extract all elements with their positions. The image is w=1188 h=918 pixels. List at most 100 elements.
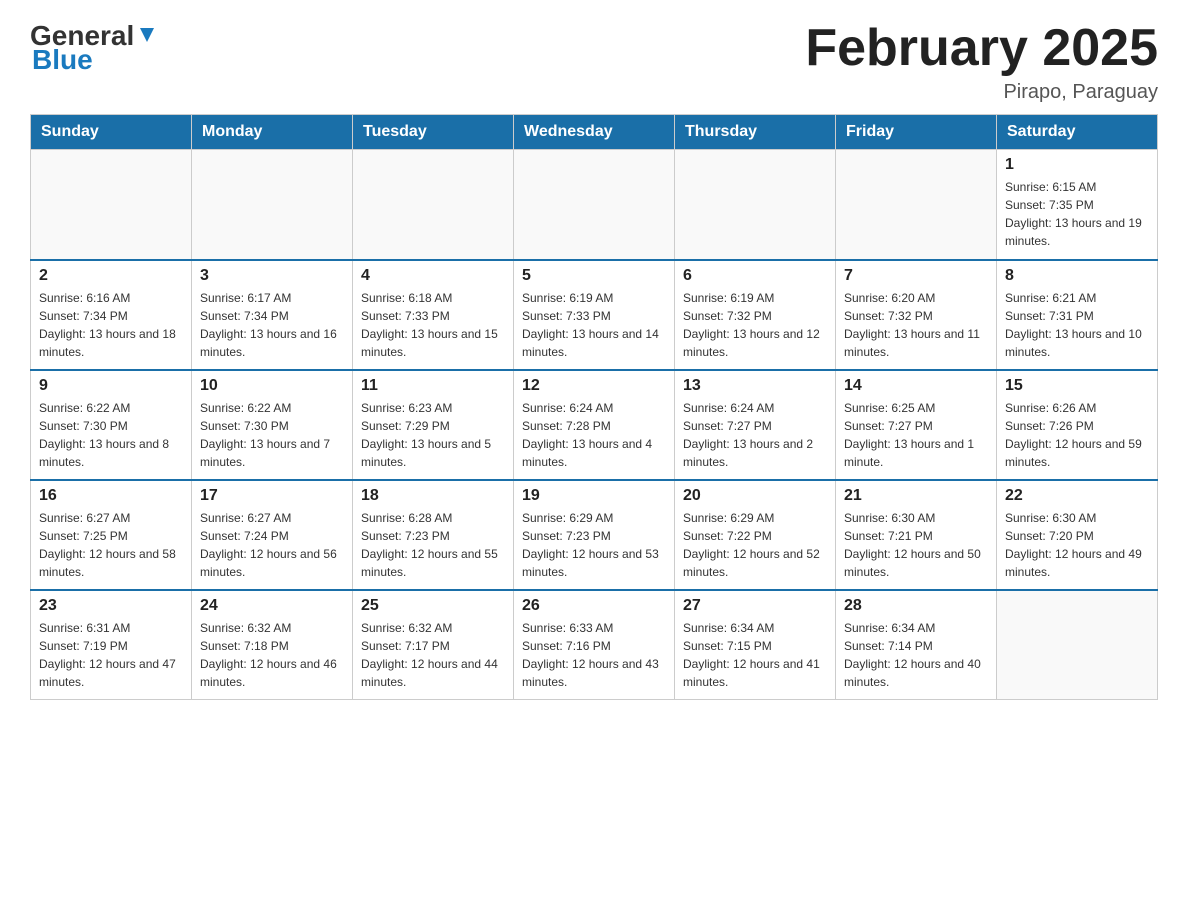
day-info: Sunrise: 6:19 AMSunset: 7:32 PMDaylight:… (683, 289, 827, 361)
location: Pirapo, Paraguay (805, 81, 1158, 104)
calendar-cell: 23 Sunrise: 6:31 AMSunset: 7:19 PMDayligh… (31, 590, 192, 700)
calendar-cell: 17 Sunrise: 6:27 AMSunset: 7:24 PMDayligh… (192, 480, 353, 590)
day-info: Sunrise: 6:29 AMSunset: 7:23 PMDaylight:… (522, 509, 666, 581)
calendar-cell: 21Sunrise: 6:30 AMSunset: 7:21 PMDayligh… (836, 480, 997, 590)
day-number: 25 (361, 597, 505, 615)
calendar-cell (31, 150, 192, 260)
day-info: Sunrise: 6:30 AMSunset: 7:20 PMDaylight:… (1005, 509, 1149, 581)
day-number: 7 (844, 267, 988, 285)
calendar-week-row: 1 Sunrise: 6:15 AMSunset: 7:35 PMDaylight… (31, 150, 1158, 260)
day-info: Sunrise: 6:15 AMSunset: 7:35 PMDaylight:… (1005, 178, 1149, 250)
calendar-cell: 11 Sunrise: 6:23 AMSunset: 7:29 PMDayligh… (353, 370, 514, 480)
calendar-cell: 16 Sunrise: 6:27 AMSunset: 7:25 PMDayligh… (31, 480, 192, 590)
day-info: Sunrise: 6:32 AMSunset: 7:18 PMDaylight:… (200, 619, 344, 691)
calendar-cell: 19 Sunrise: 6:29 AMSunset: 7:23 PMDayligh… (514, 480, 675, 590)
calendar-cell (514, 150, 675, 260)
day-number: 28 (844, 597, 988, 615)
day-number: 17 (200, 487, 344, 505)
calendar-cell: 10Sunrise: 6:22 AMSunset: 7:30 PMDayligh… (192, 370, 353, 480)
calendar-cell: 4 Sunrise: 6:18 AMSunset: 7:33 PMDaylight… (353, 260, 514, 370)
calendar-cell: 28 Sunrise: 6:34 AMSunset: 7:14 PMDayligh… (836, 590, 997, 700)
weekday-header-wednesday: Wednesday (514, 115, 675, 150)
day-info: Sunrise: 6:32 AMSunset: 7:17 PMDaylight:… (361, 619, 505, 691)
day-number: 23 (39, 597, 183, 615)
calendar-week-row: 23 Sunrise: 6:31 AMSunset: 7:19 PMDayligh… (31, 590, 1158, 700)
calendar-cell: 12 Sunrise: 6:24 AMSunset: 7:28 PMDayligh… (514, 370, 675, 480)
weekday-header-thursday: Thursday (675, 115, 836, 150)
day-info: Sunrise: 6:26 AMSunset: 7:26 PMDaylight:… (1005, 399, 1149, 471)
day-number: 20 (683, 487, 827, 505)
calendar-week-row: 9Sunrise: 6:22 AMSunset: 7:30 PMDaylight… (31, 370, 1158, 480)
day-number: 19 (522, 487, 666, 505)
calendar-cell: 25 Sunrise: 6:32 AMSunset: 7:17 PMDayligh… (353, 590, 514, 700)
calendar-cell: 27Sunrise: 6:34 AMSunset: 7:15 PMDayligh… (675, 590, 836, 700)
weekday-header-saturday: Saturday (997, 115, 1158, 150)
calendar-cell: 3 Sunrise: 6:17 AMSunset: 7:34 PMDaylight… (192, 260, 353, 370)
calendar-body: 1 Sunrise: 6:15 AMSunset: 7:35 PMDaylight… (31, 150, 1158, 700)
day-number: 1 (1005, 156, 1149, 174)
day-number: 6 (683, 267, 827, 285)
calendar-cell: 9Sunrise: 6:22 AMSunset: 7:30 PMDaylight… (31, 370, 192, 480)
day-info: Sunrise: 6:20 AMSunset: 7:32 PMDaylight:… (844, 289, 988, 361)
weekday-header-sunday: Sunday (31, 115, 192, 150)
day-number: 27 (683, 597, 827, 615)
calendar-cell: 7 Sunrise: 6:20 AMSunset: 7:32 PMDaylight… (836, 260, 997, 370)
day-number: 10 (200, 377, 344, 395)
logo: General Blue (30, 20, 158, 76)
day-info: Sunrise: 6:18 AMSunset: 7:33 PMDaylight:… (361, 289, 505, 361)
calendar-cell: 14 Sunrise: 6:25 AMSunset: 7:27 PMDayligh… (836, 370, 997, 480)
day-info: Sunrise: 6:24 AMSunset: 7:27 PMDaylight:… (683, 399, 827, 471)
day-info: Sunrise: 6:27 AMSunset: 7:25 PMDaylight:… (39, 509, 183, 581)
weekday-header-friday: Friday (836, 115, 997, 150)
page-header: General Blue February 2025 Pirapo, Parag… (30, 20, 1158, 104)
calendar-cell: 1 Sunrise: 6:15 AMSunset: 7:35 PMDaylight… (997, 150, 1158, 260)
day-number: 5 (522, 267, 666, 285)
day-info: Sunrise: 6:25 AMSunset: 7:27 PMDaylight:… (844, 399, 988, 471)
day-info: Sunrise: 6:31 AMSunset: 7:19 PMDaylight:… (39, 619, 183, 691)
calendar-table: SundayMondayTuesdayWednesdayThursdayFrid… (30, 114, 1158, 700)
day-info: Sunrise: 6:17 AMSunset: 7:34 PMDaylight:… (200, 289, 344, 361)
day-number: 16 (39, 487, 183, 505)
day-number: 8 (1005, 267, 1149, 285)
day-info: Sunrise: 6:33 AMSunset: 7:16 PMDaylight:… (522, 619, 666, 691)
day-number: 3 (200, 267, 344, 285)
day-info: Sunrise: 6:27 AMSunset: 7:24 PMDaylight:… (200, 509, 344, 581)
calendar-cell: 13Sunrise: 6:24 AMSunset: 7:27 PMDayligh… (675, 370, 836, 480)
calendar-cell: 18 Sunrise: 6:28 AMSunset: 7:23 PMDayligh… (353, 480, 514, 590)
weekday-header-monday: Monday (192, 115, 353, 150)
day-info: Sunrise: 6:16 AMSunset: 7:34 PMDaylight:… (39, 289, 183, 361)
day-number: 18 (361, 487, 505, 505)
day-number: 15 (1005, 377, 1149, 395)
calendar-week-row: 16 Sunrise: 6:27 AMSunset: 7:25 PMDayligh… (31, 480, 1158, 590)
day-info: Sunrise: 6:21 AMSunset: 7:31 PMDaylight:… (1005, 289, 1149, 361)
day-number: 2 (39, 267, 183, 285)
calendar-cell (997, 590, 1158, 700)
day-info: Sunrise: 6:24 AMSunset: 7:28 PMDaylight:… (522, 399, 666, 471)
day-number: 14 (844, 377, 988, 395)
day-info: Sunrise: 6:19 AMSunset: 7:33 PMDaylight:… (522, 289, 666, 361)
weekday-header-tuesday: Tuesday (353, 115, 514, 150)
calendar-cell: 6 Sunrise: 6:19 AMSunset: 7:32 PMDaylight… (675, 260, 836, 370)
day-number: 21 (844, 487, 988, 505)
day-info: Sunrise: 6:23 AMSunset: 7:29 PMDaylight:… (361, 399, 505, 471)
calendar-cell: 26 Sunrise: 6:33 AMSunset: 7:16 PMDayligh… (514, 590, 675, 700)
calendar-cell: 5 Sunrise: 6:19 AMSunset: 7:33 PMDaylight… (514, 260, 675, 370)
calendar-cell (675, 150, 836, 260)
day-info: Sunrise: 6:29 AMSunset: 7:22 PMDaylight:… (683, 509, 827, 581)
day-number: 24 (200, 597, 344, 615)
day-info: Sunrise: 6:22 AMSunset: 7:30 PMDaylight:… (39, 399, 183, 471)
day-number: 11 (361, 377, 505, 395)
title-block: February 2025 Pirapo, Paraguay (805, 20, 1158, 104)
day-info: Sunrise: 6:28 AMSunset: 7:23 PMDaylight:… (361, 509, 505, 581)
calendar-cell: 2 Sunrise: 6:16 AMSunset: 7:34 PMDaylight… (31, 260, 192, 370)
logo-triangle-icon (136, 24, 158, 46)
day-number: 26 (522, 597, 666, 615)
calendar-cell (353, 150, 514, 260)
day-number: 4 (361, 267, 505, 285)
logo-blue-text: Blue (32, 44, 93, 76)
calendar-cell: 15 Sunrise: 6:26 AMSunset: 7:26 PMDayligh… (997, 370, 1158, 480)
calendar-cell: 22Sunrise: 6:30 AMSunset: 7:20 PMDayligh… (997, 480, 1158, 590)
day-info: Sunrise: 6:34 AMSunset: 7:14 PMDaylight:… (844, 619, 988, 691)
day-number: 12 (522, 377, 666, 395)
calendar-cell (192, 150, 353, 260)
